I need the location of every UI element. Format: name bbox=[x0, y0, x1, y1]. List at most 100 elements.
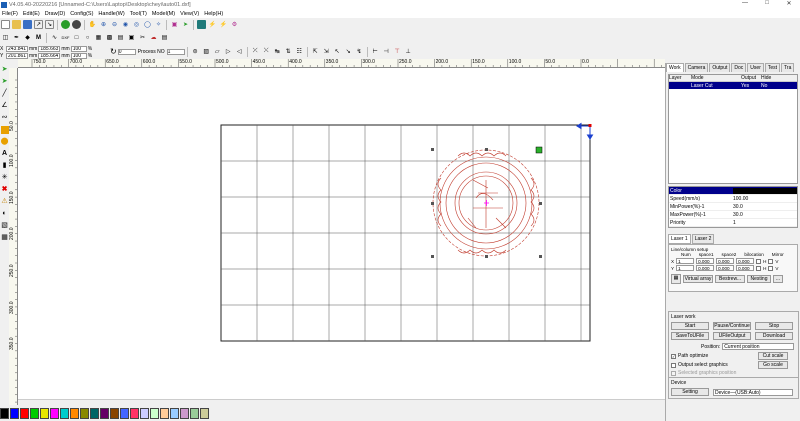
palette-swatch[interactable] bbox=[150, 408, 159, 419]
palette-swatch[interactable] bbox=[80, 408, 89, 419]
maximize-icon[interactable]: □ bbox=[756, 0, 778, 7]
array-y-space2[interactable]: 0.000 bbox=[716, 265, 735, 271]
menu-model[interactable]: Model(M) bbox=[152, 11, 175, 17]
y-input[interactable] bbox=[6, 52, 28, 59]
palette-swatch[interactable] bbox=[120, 408, 129, 419]
palette-swatch[interactable] bbox=[160, 408, 169, 419]
same-size-icon[interactable]: ☷ bbox=[295, 47, 304, 56]
palette-swatch[interactable] bbox=[200, 408, 209, 419]
rectangle-tool-icon[interactable] bbox=[0, 126, 9, 134]
palette-swatch[interactable] bbox=[70, 408, 79, 419]
palette-swatch[interactable] bbox=[130, 408, 139, 419]
array-tool-icon[interactable]: ▧ bbox=[1, 222, 9, 230]
top-edge-icon[interactable]: ⊤ bbox=[393, 47, 402, 56]
select-hand-icon[interactable]: ✋ bbox=[88, 20, 97, 29]
angle-input[interactable] bbox=[117, 48, 136, 55]
dist-h-icon[interactable]: ⤫ bbox=[251, 47, 260, 56]
align-vcenter-icon[interactable]: ↘ bbox=[344, 47, 353, 56]
array-x-num[interactable]: 1 bbox=[676, 258, 695, 264]
path-optimize-checkbox[interactable]: ✓ bbox=[671, 353, 676, 359]
align-right-icon[interactable]: ◁ bbox=[235, 47, 244, 56]
frame-icon[interactable]: ▣ bbox=[170, 20, 179, 29]
palette-swatch[interactable] bbox=[50, 408, 59, 419]
open-file-icon[interactable] bbox=[12, 20, 21, 29]
dxf-icon[interactable]: DXF bbox=[61, 33, 70, 42]
scale-x-input[interactable] bbox=[70, 45, 87, 52]
pen-icon[interactable]: ✒ bbox=[12, 33, 21, 42]
palette-swatch[interactable] bbox=[170, 408, 179, 419]
drawing-canvas[interactable] bbox=[18, 68, 665, 405]
weld-icon[interactable]: ▣ bbox=[127, 33, 136, 42]
device-select[interactable]: Device—(USB:Auto) bbox=[713, 388, 793, 396]
save-icon[interactable] bbox=[23, 20, 32, 29]
flip-v-icon[interactable]: ▨ bbox=[202, 47, 211, 56]
palette-swatch[interactable] bbox=[0, 408, 9, 419]
process-input[interactable] bbox=[166, 48, 185, 55]
align-top-icon[interactable]: ⇱ bbox=[311, 47, 320, 56]
monitor-icon[interactable] bbox=[197, 20, 206, 29]
palette-swatch[interactable] bbox=[40, 408, 49, 419]
pause-continue-button[interactable]: Pause/Continue bbox=[713, 322, 751, 330]
setting-button[interactable]: Setting bbox=[671, 388, 709, 396]
laser-preview-icon[interactable]: ⚡ bbox=[219, 20, 228, 29]
height-input[interactable] bbox=[38, 52, 61, 59]
tab-output[interactable]: Output bbox=[709, 63, 731, 72]
array-x-space1[interactable]: 0.000 bbox=[696, 258, 715, 264]
select-arrow-icon[interactable]: ➤ bbox=[1, 66, 9, 74]
mirror-tool-icon[interactable]: ◐ bbox=[1, 210, 9, 218]
tab-camera[interactable]: Camera bbox=[684, 63, 709, 72]
horizontal-scrollbar[interactable] bbox=[18, 399, 665, 405]
array-preview-icon[interactable]: ▦ bbox=[671, 274, 681, 284]
array-x-bilocation[interactable]: 0.000 bbox=[736, 258, 755, 264]
ellipse-tool-icon[interactable]: ⬤ bbox=[1, 138, 9, 146]
cloud-icon[interactable]: ☁ bbox=[149, 33, 158, 42]
palette-swatch[interactable] bbox=[110, 408, 119, 419]
align-left-icon[interactable]: ▷ bbox=[224, 47, 233, 56]
undo-icon[interactable] bbox=[61, 20, 70, 29]
text-tool-icon[interactable]: A bbox=[1, 150, 9, 158]
tab-work[interactable]: Work bbox=[666, 63, 684, 72]
array-icon[interactable]: ▤ bbox=[116, 33, 125, 42]
tab-laser-2[interactable]: Laser 2 bbox=[691, 234, 715, 244]
grid-tool-icon[interactable]: ▩ bbox=[105, 33, 114, 42]
palette-swatch[interactable] bbox=[180, 408, 189, 419]
tab-laser-1[interactable]: Laser 1 bbox=[668, 234, 691, 244]
download-button[interactable]: Download bbox=[755, 332, 793, 340]
array-y-space1[interactable]: 0.000 bbox=[696, 265, 715, 271]
tab-test[interactable]: Test bbox=[764, 63, 781, 72]
prop-priority-row[interactable]: Priority 1 bbox=[669, 219, 797, 227]
prop-color-row[interactable]: Color bbox=[669, 187, 797, 195]
palette-swatch[interactable] bbox=[10, 408, 19, 419]
dist-v-icon[interactable]: ⤬ bbox=[262, 47, 271, 56]
zoom-select-icon[interactable]: ◯ bbox=[143, 20, 152, 29]
array-y-h-checkbox[interactable] bbox=[756, 265, 762, 271]
bestrew-button[interactable]: Bestrew... bbox=[715, 275, 745, 283]
mirror-icon[interactable]: ▱ bbox=[213, 47, 222, 56]
selected-position-checkbox[interactable] bbox=[671, 370, 676, 376]
ufile-output-button[interactable]: UFileOutput bbox=[713, 332, 751, 340]
line-tool-icon[interactable]: ╱ bbox=[1, 90, 9, 98]
flip-h-icon[interactable]: ⊜ bbox=[191, 47, 200, 56]
go-scale-button[interactable]: Go scale bbox=[758, 361, 788, 369]
settings-icon[interactable]: ⚙ bbox=[230, 20, 239, 29]
same-width-icon[interactable]: ↹ bbox=[273, 47, 282, 56]
menu-handle[interactable]: Handle(W) bbox=[98, 11, 124, 17]
layer-row[interactable]: Laser Cut Yes No bbox=[669, 82, 797, 89]
tab-transform[interactable]: Tra bbox=[781, 63, 795, 72]
x-input[interactable] bbox=[6, 45, 28, 52]
stop-button[interactable]: Stop bbox=[755, 322, 793, 330]
zoom-fit-icon[interactable]: ◉ bbox=[121, 20, 130, 29]
align-hcenter-icon[interactable]: ↖ bbox=[333, 47, 342, 56]
camera-icon[interactable]: ◫ bbox=[1, 33, 10, 42]
array-y-v-checkbox[interactable] bbox=[768, 265, 774, 271]
cut-scale-button[interactable]: Cut scale bbox=[758, 352, 788, 360]
import-icon[interactable]: ↗ bbox=[34, 20, 43, 29]
bezier-icon[interactable]: ∾ bbox=[1, 114, 9, 122]
palette-swatch[interactable] bbox=[90, 408, 99, 419]
array-x-v-checkbox[interactable] bbox=[768, 258, 774, 264]
rotate-handle-icon[interactable] bbox=[535, 146, 543, 154]
path-icon[interactable]: ➤ bbox=[181, 20, 190, 29]
palette-swatch[interactable] bbox=[20, 408, 29, 419]
palette-swatch[interactable] bbox=[100, 408, 109, 419]
save-to-ufile-button[interactable]: SaveToUFile bbox=[671, 332, 709, 340]
